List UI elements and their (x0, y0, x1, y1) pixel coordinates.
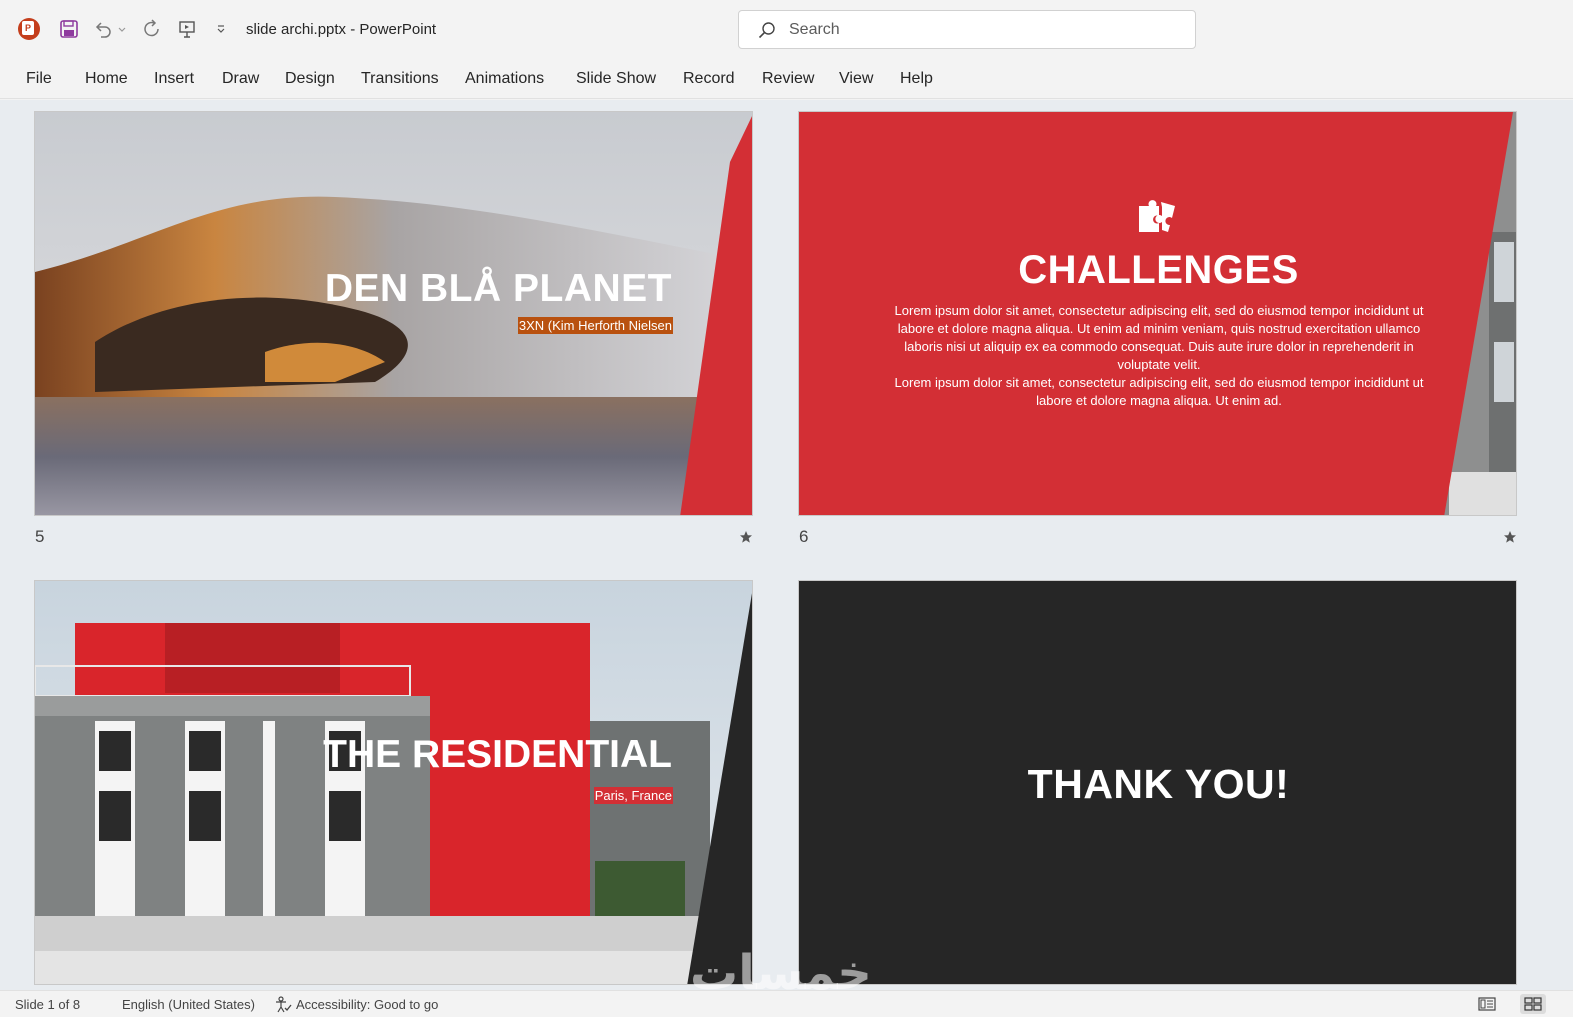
document-title: slide archi.pptx - PowerPoint (246, 21, 437, 38)
slide-sorter-view-icon[interactable] (1520, 994, 1546, 1014)
tab-insert[interactable]: Insert (154, 70, 194, 88)
slide-sorter[interactable]: DEN BLÅ PLANET 3XN (Kim Herforth Nielsen… (0, 100, 1573, 990)
slide-7-title: THE RESIDENTIAL (323, 733, 672, 776)
slide-thumbnail-8[interactable]: THANK YOU! (798, 580, 1517, 985)
tab-home[interactable]: Home (85, 70, 128, 88)
slide-6-paragraph-2: Lorem ipsum dolor sit amet, consectetur … (894, 375, 1424, 408)
title-bar: slide archi.pptx - PowerPoint Search (0, 0, 1573, 60)
present-from-beginning-icon[interactable] (176, 18, 198, 40)
redo-icon[interactable] (141, 18, 163, 40)
watermark-logo: خمسات (690, 947, 872, 990)
slide-5-subtitle: 3XN (Kim Herforth Nielsen (517, 317, 673, 334)
slide-7-subtitle: Paris, France (593, 787, 673, 804)
slide-6-title: CHALLENGES (1018, 248, 1299, 292)
status-bar: Slide 1 of 8 English (United States) Acc… (0, 990, 1573, 1017)
slide-thumbnail-7[interactable]: THE RESIDENTIAL Paris, France (34, 580, 753, 985)
slide-5-background-image (35, 112, 752, 515)
undo-icon[interactable] (92, 18, 114, 40)
slide-8-title: THANK YOU! (1027, 761, 1290, 807)
undo-dropdown-chevron-icon[interactable] (116, 18, 128, 40)
tab-review[interactable]: Review (762, 70, 814, 88)
slide-5-title: DEN BLÅ PLANET (324, 267, 672, 310)
transition-star-icon[interactable] (739, 530, 753, 544)
accessibility-status[interactable]: Accessibility: Good to go (296, 997, 438, 1012)
slide-thumbnail-5[interactable]: DEN BLÅ PLANET 3XN (Kim Herforth Nielsen (34, 111, 753, 516)
search-input[interactable]: Search (738, 10, 1196, 49)
save-icon[interactable] (58, 18, 80, 40)
tab-slide-show[interactable]: Slide Show (576, 70, 656, 88)
slide-number-5: 5 (35, 527, 45, 546)
slide-6-body: Lorem ipsum dolor sit amet, consectetur … (894, 302, 1424, 410)
transition-star-icon[interactable] (1503, 530, 1517, 544)
customize-quick-access-icon[interactable] (212, 18, 230, 40)
tab-view[interactable]: View (839, 70, 873, 88)
slide-7-background-image (35, 581, 752, 984)
search-placeholder: Search (789, 21, 840, 38)
normal-view-icon[interactable] (1474, 994, 1500, 1014)
tab-design[interactable]: Design (285, 70, 335, 88)
slide-number-6: 6 (799, 527, 809, 546)
tab-draw[interactable]: Draw (222, 70, 259, 88)
ribbon-tabs: File Home Insert Draw Design Transitions… (0, 60, 1573, 99)
tab-file[interactable]: File (26, 70, 52, 88)
tab-transitions[interactable]: Transitions (361, 70, 439, 88)
powerpoint-logo-icon (18, 18, 40, 40)
tab-help[interactable]: Help (900, 70, 933, 88)
search-icon (757, 20, 777, 40)
slide-thumbnail-6[interactable]: CHALLENGES Lorem ipsum dolor sit amet, c… (798, 111, 1517, 516)
slide-6-paragraph-1: Lorem ipsum dolor sit amet, consectetur … (894, 303, 1424, 372)
language-indicator[interactable]: English (United States) (122, 997, 255, 1012)
accessibility-icon[interactable] (274, 996, 292, 1013)
slide-count[interactable]: Slide 1 of 8 (15, 997, 80, 1012)
puzzle-icon (1139, 200, 1175, 232)
tab-record[interactable]: Record (683, 70, 735, 88)
tab-animations[interactable]: Animations (465, 70, 544, 88)
